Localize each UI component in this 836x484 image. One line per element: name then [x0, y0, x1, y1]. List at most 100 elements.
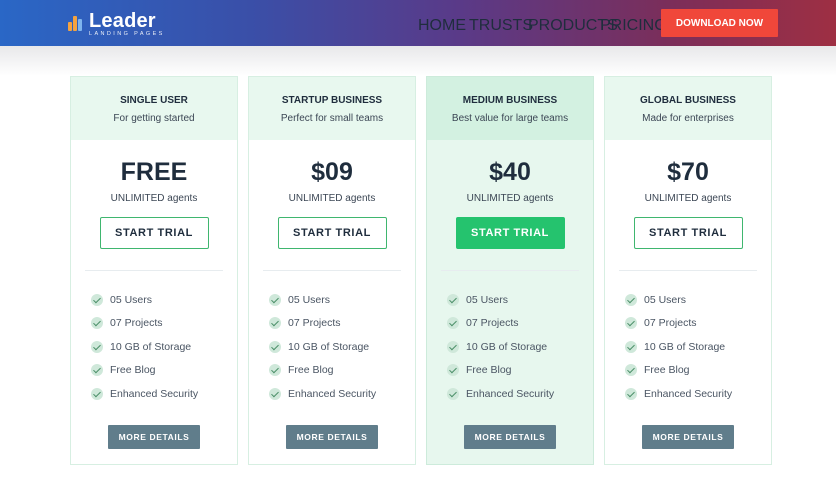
feature-label: Free Blog: [110, 364, 156, 377]
divider: [619, 270, 757, 271]
check-icon: [447, 293, 459, 306]
feature-label: Free Blog: [644, 364, 690, 377]
feature-item: Enhanced Security: [447, 382, 593, 406]
check-icon: [91, 364, 103, 377]
plan-description: For getting started: [113, 113, 195, 124]
more-details-button[interactable]: MORE DETAILS: [642, 424, 734, 449]
check-icon: [625, 387, 637, 400]
nav-trusts[interactable]: TRUSTS: [469, 17, 533, 35]
check-icon: [625, 340, 637, 353]
feature-item: Free Blog: [91, 359, 237, 383]
plan-name: GLOBAL BUSINESS: [640, 95, 736, 106]
plan-price: $09: [311, 158, 353, 186]
start-trial-button[interactable]: START TRIAL: [277, 217, 387, 249]
feature-item: 10 GB of Storage: [91, 335, 237, 359]
feature-label: Free Blog: [466, 364, 512, 377]
download-now-button[interactable]: DOWNLOAD NOW: [661, 9, 778, 37]
check-icon: [625, 293, 637, 306]
start-trial-button[interactable]: START TRIAL: [455, 217, 565, 249]
pricing-card: MEDIUM BUSINESS Best value for large tea…: [426, 76, 594, 465]
feature-label: 07 Projects: [644, 317, 697, 330]
more-details-button[interactable]: MORE DETAILS: [464, 424, 556, 449]
plan-agents: UNLIMITED agents: [644, 193, 732, 204]
check-icon: [91, 317, 103, 330]
plan-name: SINGLE USER: [120, 95, 188, 106]
nav-pricing[interactable]: PRICING: [600, 17, 667, 35]
pricing-card: SINGLE USER For getting started FREE UNL…: [70, 76, 238, 465]
plan-description: Perfect for small teams: [280, 113, 384, 124]
feature-item: 10 GB of Storage: [447, 335, 593, 359]
start-trial-button[interactable]: START TRIAL: [99, 217, 209, 249]
feature-item: Enhanced Security: [625, 382, 771, 406]
more-details-button[interactable]: MORE DETAILS: [108, 424, 200, 449]
feature-item: Free Blog: [447, 359, 593, 383]
check-icon: [447, 317, 459, 330]
feature-item: Free Blog: [269, 359, 415, 383]
feature-label: 10 GB of Storage: [110, 340, 192, 353]
feature-label: Enhanced Security: [288, 387, 377, 400]
feature-label: 07 Projects: [466, 317, 519, 330]
nav-home[interactable]: HOME: [418, 17, 466, 35]
brand-tagline: LANDING PAGES: [89, 31, 165, 37]
site-header: Leader LANDING PAGES HOME TRUSTS PRODUCT…: [0, 0, 836, 46]
feature-label: Enhanced Security: [110, 387, 199, 400]
feature-list: 05 Users 07 Projects 10 GB of Storage Fr…: [427, 288, 593, 406]
feature-list: 05 Users 07 Projects 10 GB of Storage Fr…: [249, 288, 415, 406]
check-icon: [91, 340, 103, 353]
feature-label: 05 Users: [288, 293, 331, 306]
feature-label: Enhanced Security: [644, 387, 733, 400]
feature-list: 05 Users 07 Projects 10 GB of Storage Fr…: [605, 288, 771, 406]
check-icon: [447, 340, 459, 353]
feature-label: 05 Users: [110, 293, 153, 306]
check-icon: [269, 387, 281, 400]
check-icon: [269, 364, 281, 377]
check-icon: [269, 293, 281, 306]
plan-agents: UNLIMITED agents: [466, 193, 554, 204]
check-icon: [269, 317, 281, 330]
plan-price: FREE: [120, 158, 188, 186]
plan-description: Made for enterprises: [642, 113, 734, 124]
feature-label: Enhanced Security: [466, 387, 555, 400]
brand-name: Leader: [89, 10, 156, 32]
feature-item: 10 GB of Storage: [269, 335, 415, 359]
plan-name: STARTUP BUSINESS: [281, 95, 383, 106]
feature-item: 05 Users: [447, 288, 593, 312]
plan-price: $70: [667, 158, 709, 186]
feature-label: 05 Users: [466, 293, 509, 306]
feature-label: Free Blog: [288, 364, 334, 377]
check-icon: [447, 364, 459, 377]
check-icon: [91, 387, 103, 400]
check-icon: [625, 317, 637, 330]
feature-item: Free Blog: [625, 359, 771, 383]
feature-item: 07 Projects: [625, 312, 771, 336]
more-details-button[interactable]: MORE DETAILS: [286, 424, 378, 449]
divider: [441, 270, 579, 271]
divider: [85, 270, 223, 271]
feature-label: 05 Users: [644, 293, 687, 306]
feature-item: 07 Projects: [269, 312, 415, 336]
pricing-card: GLOBAL BUSINESS Made for enterprises $70…: [604, 76, 772, 465]
feature-label: 10 GB of Storage: [644, 340, 726, 353]
check-icon: [91, 293, 103, 306]
feature-item: 05 Users: [625, 288, 771, 312]
plan-agents: UNLIMITED agents: [288, 193, 376, 204]
pricing-card: STARTUP BUSINESS Perfect for small teams…: [248, 76, 416, 465]
feature-label: 07 Projects: [288, 317, 341, 330]
feature-item: 10 GB of Storage: [625, 335, 771, 359]
divider: [263, 270, 401, 271]
feature-item: Enhanced Security: [91, 382, 237, 406]
feature-label: 07 Projects: [110, 317, 163, 330]
card-header: MEDIUM BUSINESS Best value for large tea…: [427, 77, 593, 140]
feature-item: 07 Projects: [447, 312, 593, 336]
card-header: SINGLE USER For getting started: [71, 77, 237, 140]
feature-item: 05 Users: [91, 288, 237, 312]
feature-item: 05 Users: [269, 288, 415, 312]
check-icon: [269, 340, 281, 353]
check-icon: [625, 364, 637, 377]
card-header: STARTUP BUSINESS Perfect for small teams: [249, 77, 415, 140]
feature-label: 10 GB of Storage: [466, 340, 548, 353]
start-trial-button[interactable]: START TRIAL: [633, 217, 743, 249]
brand-logo[interactable]: Leader LANDING PAGES: [68, 11, 165, 38]
plan-name: MEDIUM BUSINESS: [462, 95, 558, 106]
header-shadow: [0, 46, 836, 76]
